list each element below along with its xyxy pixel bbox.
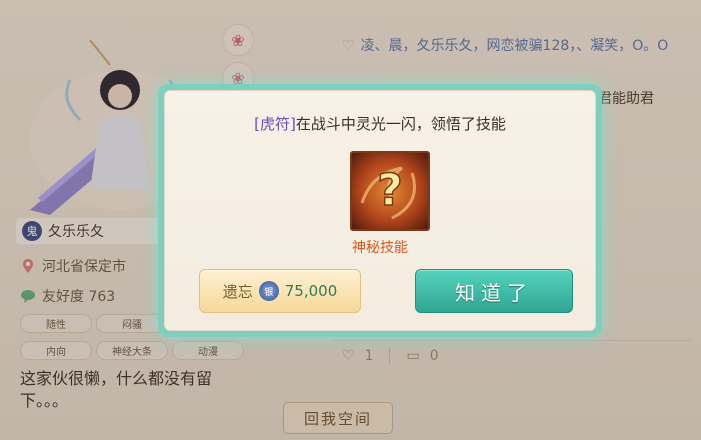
skill-name: 神秘技能 — [352, 240, 408, 256]
svg-text:?: ? — [377, 165, 403, 216]
skill-learned-dialog: [虎符]在战斗中灵光一闪，领悟了技能 ? 神秘技能 遗忘 银 75,000 知道… — [158, 84, 602, 337]
skill-icon[interactable]: ? — [350, 151, 430, 231]
forget-button[interactable]: 遗忘 银 75,000 — [199, 269, 361, 313]
item-name: [虎符] — [254, 115, 296, 133]
dialog-body: [虎符]在战斗中灵光一闪，领悟了技能 ? 神秘技能 遗忘 银 75,000 知道… — [164, 90, 596, 331]
message-text: 在战斗中灵光一闪，领悟了技能 — [295, 115, 506, 133]
dialog-message: [虎符]在战斗中灵光一闪，领悟了技能 — [165, 113, 595, 134]
forget-cost: 75,000 — [284, 282, 338, 300]
forget-label: 遗忘 — [222, 282, 253, 301]
question-mark-icon: ? — [360, 164, 416, 220]
ok-button[interactable]: 知道了 — [415, 269, 573, 313]
silver-coin-icon: 银 — [258, 281, 279, 301]
